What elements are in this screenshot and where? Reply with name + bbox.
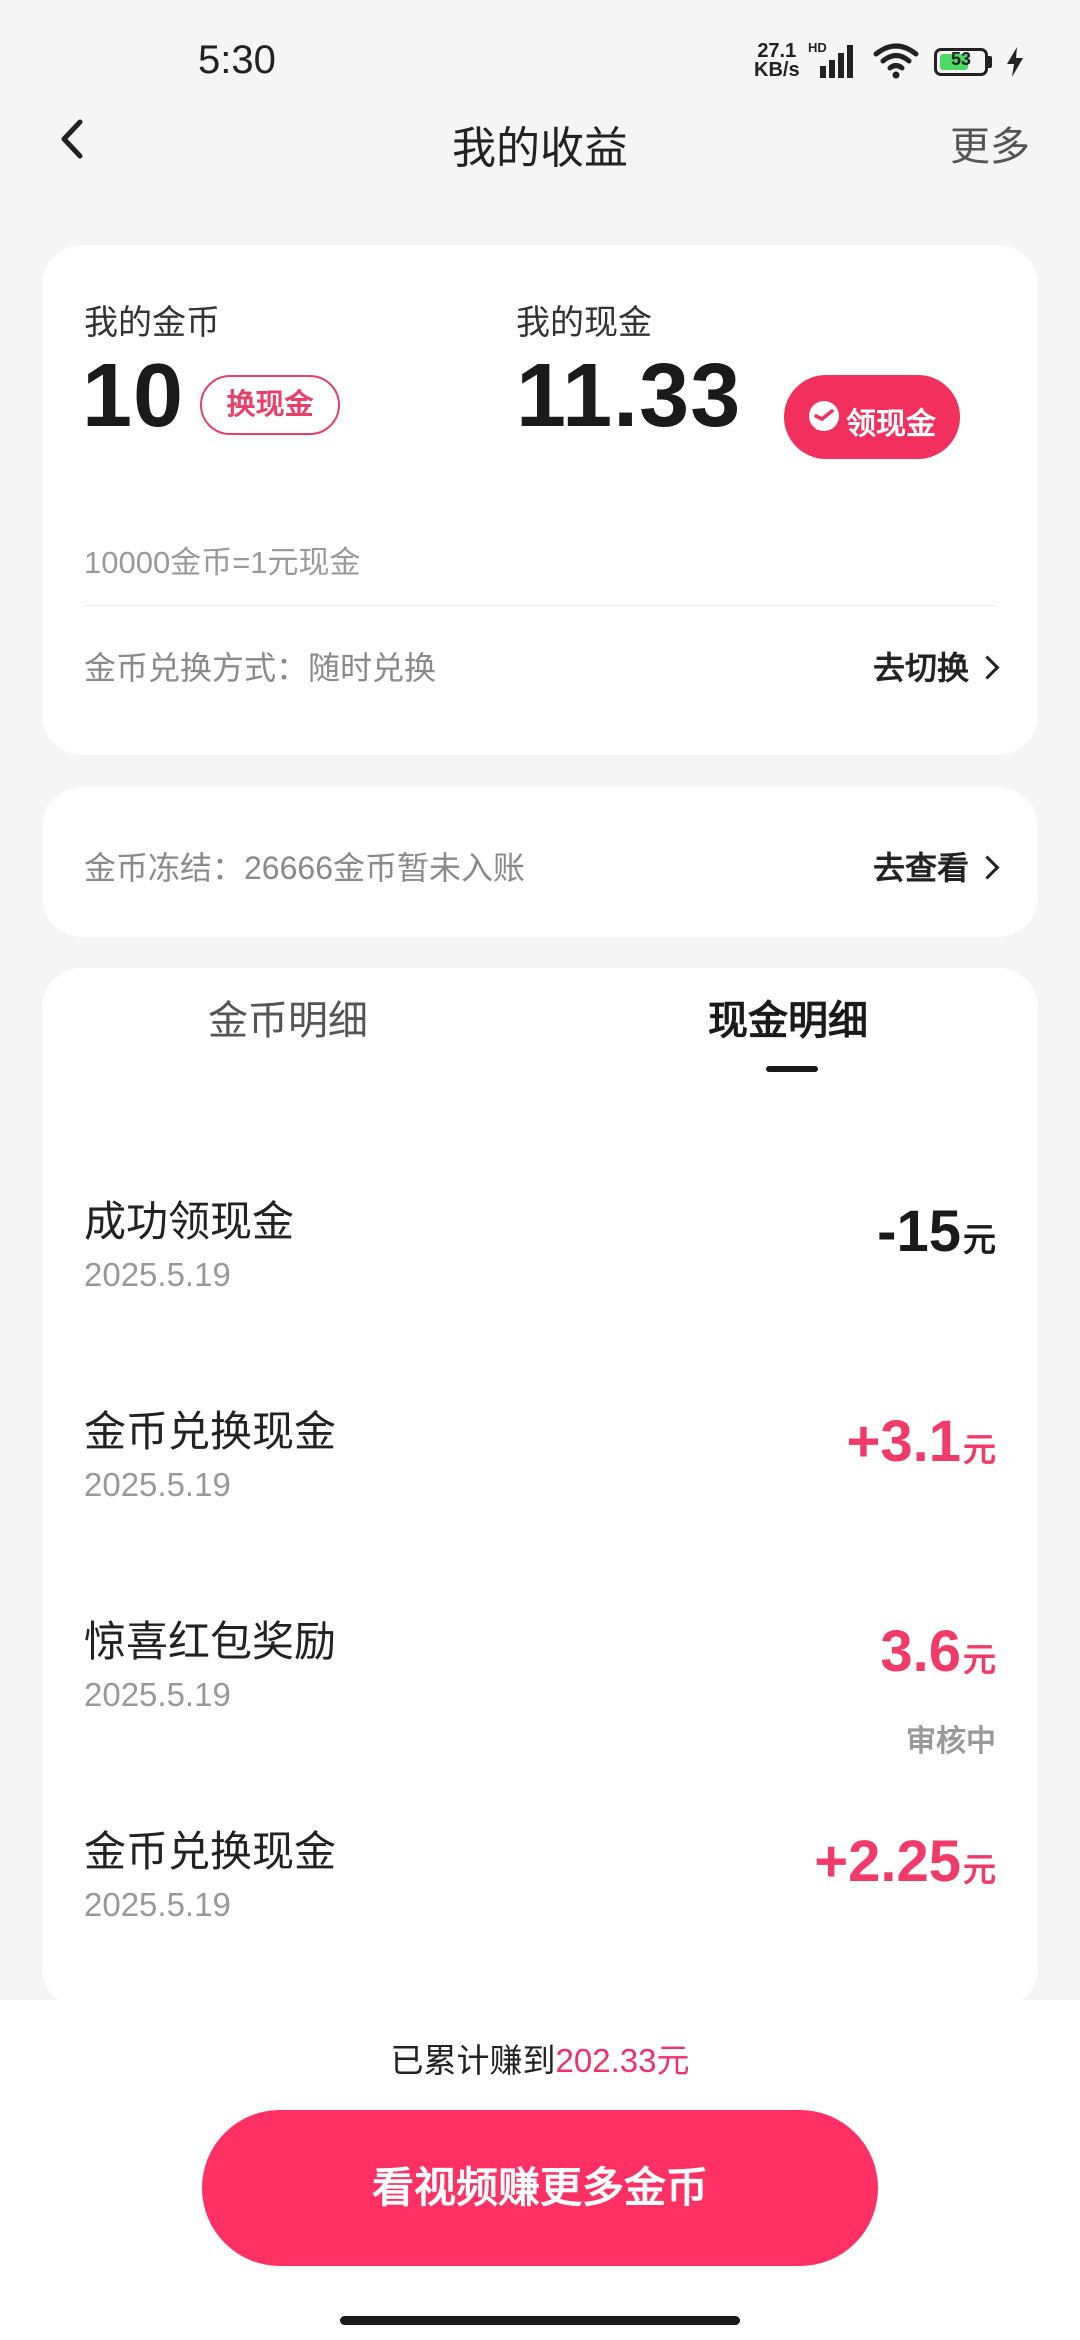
frozen-coins-card: 金币冻结：26666金币暂未入账 去查看 — [42, 787, 1038, 937]
amount-unit: 元 — [963, 1431, 996, 1468]
tab-coin-details[interactable]: 金币明细 — [208, 988, 368, 1046]
status-time: 5:30 — [198, 38, 276, 82]
switch-mode-label: 去切换 — [872, 650, 969, 686]
divider — [84, 605, 996, 606]
transaction-title: 惊喜红包奖励 — [84, 1618, 337, 1665]
exchange-rate: 10000金币=1元现金 — [84, 545, 361, 580]
review-status: 审核中 — [906, 1725, 996, 1758]
more-button[interactable]: 更多 — [950, 114, 1030, 172]
cash-value: 11.33 — [516, 346, 742, 446]
wifi-icon — [873, 43, 919, 79]
transaction-amount: 3.6元 — [880, 1618, 996, 1685]
transaction-date: 2025.5.19 — [84, 1256, 231, 1293]
network-speed-unit: KB/s — [754, 59, 800, 81]
coins-label: 我的金币 — [84, 304, 220, 342]
transaction-row[interactable]: 惊喜红包奖励 2025.5.19 3.6元 审核中 — [42, 1608, 1038, 1818]
transaction-title: 金币兑换现金 — [84, 1408, 337, 1455]
amount-value: -15 — [877, 1199, 961, 1264]
transaction-date: 2025.5.19 — [84, 1676, 231, 1713]
coins-value: 10 — [82, 346, 185, 446]
status-bar: 5:30 27.1 KB/s HD 53 — [0, 0, 1080, 100]
amount-unit: 元 — [963, 1641, 996, 1678]
amount-unit: 元 — [963, 1221, 996, 1258]
chevron-right-icon — [975, 655, 1000, 680]
wechat-icon — [809, 401, 839, 431]
exchange-cash-button[interactable]: 换现金 — [200, 375, 340, 435]
cash-label: 我的现金 — [516, 304, 652, 342]
exchange-mode: 金币兑换方式：随时兑换 — [84, 650, 437, 686]
view-frozen-link[interactable]: 去查看 — [872, 843, 1000, 889]
switch-mode-link[interactable]: 去切换 — [872, 643, 1000, 689]
signal-icon — [820, 45, 853, 78]
transaction-row[interactable]: 金币兑换现金 2025.5.19 +3.1元 — [42, 1398, 1038, 1608]
chevron-right-icon — [975, 855, 1000, 880]
amount-value: +3.1 — [846, 1409, 962, 1474]
amount-unit: 元 — [963, 1851, 996, 1888]
home-indicator[interactable] — [340, 2316, 740, 2325]
battery-tip — [988, 56, 992, 68]
nav-bar: 我的收益 更多 — [0, 100, 1080, 180]
charging-icon — [1007, 47, 1023, 77]
battery-icon: 53 — [934, 48, 988, 76]
battery-level: 53 — [950, 49, 972, 69]
earnings-summary-card: 我的金币 10 换现金 我的现金 11.33 领现金 10000金币=1元现金 … — [42, 245, 1038, 755]
watch-video-button[interactable]: 看视频赚更多金币 — [202, 2110, 878, 2266]
transaction-title: 金币兑换现金 — [84, 1828, 337, 1875]
total-earned-amount: 202.33元 — [555, 2042, 690, 2079]
transaction-row[interactable]: 金币兑换现金 2025.5.19 +2.25元 — [42, 1818, 1038, 2008]
view-frozen-label: 去查看 — [872, 850, 969, 886]
network-speed: 27.1 KB/s — [754, 41, 800, 81]
frozen-coins-text: 金币冻结：26666金币暂未入账 — [84, 850, 525, 886]
total-earned: 已累计赚到202.33元 — [0, 2034, 1080, 2082]
active-tab-indicator — [766, 1066, 818, 1072]
transaction-date: 2025.5.19 — [84, 1886, 231, 1923]
transaction-amount: +3.1元 — [847, 1408, 997, 1475]
tab-cash-details[interactable]: 现金明细 — [708, 988, 868, 1046]
total-earned-label: 已累计赚到 — [390, 2042, 556, 2079]
withdraw-cash-label: 领现金 — [846, 408, 936, 441]
details-card: 金币明细 现金明细 成功领现金 2025.5.19 -15元 金币兑换现金 20… — [42, 968, 1038, 2008]
transaction-row[interactable]: 成功领现金 2025.5.19 -15元 — [42, 1188, 1038, 1398]
withdraw-cash-button[interactable]: 领现金 — [784, 375, 960, 459]
bottom-panel: 已累计赚到202.33元 看视频赚更多金币 — [0, 2000, 1080, 2340]
transaction-title: 成功领现金 — [84, 1198, 295, 1245]
transaction-amount: -15元 — [877, 1198, 996, 1265]
page-title: 我的收益 — [452, 124, 628, 173]
transaction-amount: +2.25元 — [814, 1828, 996, 1895]
transaction-date: 2025.5.19 — [84, 1466, 231, 1503]
amount-value: 3.6 — [880, 1619, 961, 1684]
amount-value: +2.25 — [814, 1829, 961, 1894]
